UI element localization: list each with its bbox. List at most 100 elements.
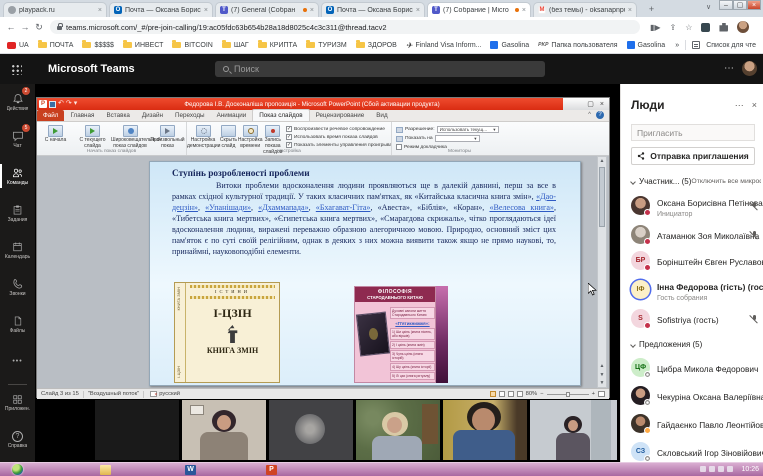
btn-custom-show[interactable]: Произвольный показ — [149, 124, 186, 150]
resolution-dropdown[interactable]: Использовать текущ...▾ — [437, 126, 499, 133]
tab-close-icon[interactable]: × — [522, 7, 526, 14]
video-tile-camera-off[interactable] — [95, 400, 179, 460]
people-more-icon[interactable]: ⋯ — [735, 100, 744, 111]
scroll-up-icon[interactable]: ▲ — [598, 158, 606, 164]
video-tile-participant-4[interactable] — [356, 400, 440, 460]
search-input[interactable] — [234, 64, 537, 74]
collapse-ribbon-icon[interactable]: ^ — [588, 112, 591, 118]
save-icon[interactable] — [49, 101, 56, 108]
participant-row[interactable]: S Sofistriya (гость) — [631, 309, 763, 328]
tab-close-icon[interactable]: × — [310, 7, 314, 14]
maximize-button[interactable]: ▢ — [733, 0, 747, 10]
suggestion-row[interactable]: СЗ Скловський Ігор Зіновійовича — [631, 442, 763, 461]
bookmark-shag[interactable]: ШАГ — [222, 42, 249, 49]
bookmark-gasolina-1[interactable]: Gasolina — [490, 41, 529, 49]
btn-rehearse-timings[interactable]: Настройка времени — [238, 124, 263, 150]
tab-close-icon[interactable]: × — [204, 7, 208, 14]
reload-button[interactable]: ↻ — [32, 22, 46, 33]
ribbon-tab-design[interactable]: Дизайн — [136, 110, 169, 121]
btn-from-beginning[interactable]: С начала — [37, 124, 74, 144]
video-tile-participant-6[interactable] — [530, 400, 617, 460]
rail-item-help[interactable]: ? Справка — [0, 421, 35, 458]
taskbar-word-icon[interactable]: W — [185, 465, 196, 475]
tab-close-icon[interactable]: × — [628, 7, 632, 14]
new-tab-button[interactable]: + — [645, 3, 658, 15]
participant-row[interactable]: Оксана Борисівна ПетіноваИнициатор — [631, 193, 763, 218]
slide-sorter-icon[interactable] — [499, 391, 505, 397]
back-button[interactable]: ← — [4, 22, 18, 32]
bookmark-pochta[interactable]: ПОЧТА — [38, 42, 74, 49]
tab-close-icon[interactable]: × — [98, 7, 102, 14]
spellcheck-icon[interactable] — [150, 391, 157, 397]
btn-from-current[interactable]: С текущего слайда — [74, 124, 111, 150]
ribbon-tab-file[interactable]: Файл — [37, 110, 64, 121]
scroll-down-icon[interactable]: ▼ — [598, 380, 606, 386]
start-button[interactable] — [12, 464, 23, 475]
hyperlink-velesova[interactable]: «Велесова книга» — [489, 203, 554, 212]
rail-item-more[interactable]: ••• — [0, 343, 35, 380]
mic-off-icon[interactable] — [750, 230, 759, 239]
zoom-slider[interactable] — [547, 394, 589, 395]
slide-canvas[interactable]: Ступінь розробленості проблеми Витоки пр… — [149, 161, 581, 386]
rail-item-apps[interactable]: Приложен. — [0, 384, 35, 421]
checkbox-show-controls[interactable]: ✓Показать элементы управления проигрыват… — [286, 142, 391, 148]
ribbon-tab-slideshow[interactable]: Показ слайдов — [252, 109, 309, 121]
suggestion-row[interactable]: Гайдаєнко Павло Леонтійович — [631, 414, 763, 433]
tab-search-chevron-icon[interactable]: ∨ — [706, 3, 711, 11]
tab-close-icon[interactable]: × — [416, 7, 420, 14]
slideshow-view-icon[interactable] — [517, 391, 523, 397]
browser-tab-playpack[interactable]: playpack.ru × — [3, 2, 107, 17]
video-tile-participant-2[interactable] — [182, 400, 266, 460]
video-tile-participant-3[interactable] — [269, 400, 353, 460]
address-bar[interactable]: teams.microsoft.com/_#/pre-join-calling/… — [50, 20, 640, 34]
people-close-icon[interactable]: × — [752, 100, 757, 110]
bookmark-zdorov[interactable]: ЗДОРОВ — [356, 42, 397, 49]
bookmark-gasolina-2[interactable]: Gasolina — [627, 41, 666, 49]
system-tray[interactable] — [700, 466, 733, 472]
browser-profile-avatar[interactable] — [737, 21, 749, 33]
teams-profile-avatar[interactable] — [742, 61, 757, 76]
btn-hide-slide[interactable]: Скрыть слайд — [219, 124, 238, 150]
bookmark-user-folder[interactable]: PKPПапка пользователя — [538, 42, 617, 49]
participant-row[interactable]: БР Борінштейн Євген Руславович — [631, 251, 763, 270]
participant-row-self[interactable]: ІФ Інна Федорова (гість) (гость)Гость со… — [631, 277, 763, 302]
bookmark-star-icon[interactable]: ☆ — [685, 23, 692, 32]
bookmark-bitcoin[interactable]: BITCOIN — [172, 42, 212, 49]
ppt-close-button[interactable]: × — [600, 101, 604, 108]
zoom-out-icon[interactable]: − — [540, 391, 543, 397]
forward-button[interactable]: → — [18, 22, 32, 32]
bookmark-kripta[interactable]: КРИПТА — [258, 42, 298, 49]
powerpoint-logo-icon[interactable]: P — [39, 100, 47, 108]
prev-slide-icon[interactable]: ▲ — [598, 363, 606, 369]
browser-tab-mail-2[interactable]: O Почта — Оксана Борис × — [321, 2, 425, 17]
rail-item-assignments[interactable]: Задания — [0, 195, 35, 232]
ppt-help-icon[interactable]: ? — [596, 111, 604, 119]
browser-tab-gmail[interactable]: M (без темы) - oksanapnpu × — [533, 2, 637, 17]
share-icon[interactable]: ⇪ — [670, 23, 677, 32]
language-indicator[interactable]: русский — [159, 391, 180, 397]
scrollbar-thumb[interactable] — [599, 167, 605, 227]
fit-to-window-icon[interactable] — [598, 391, 605, 397]
rail-item-calls[interactable]: Звонки — [0, 269, 35, 306]
rail-item-activity[interactable]: Действия 2 — [0, 84, 35, 121]
normal-view-icon[interactable] — [490, 391, 496, 397]
zoom-knob[interactable] — [566, 392, 570, 397]
browser-tab-meeting-active[interactable]: T (7) Собрание | Micro × — [427, 2, 531, 17]
media-control-icon[interactable]: ▮▶ — [650, 23, 661, 32]
taskbar-powerpoint-icon[interactable]: P — [266, 465, 277, 475]
show-on-dropdown[interactable]: ▾ — [435, 135, 480, 142]
ribbon-tab-view[interactable]: Вид — [370, 110, 393, 121]
slide-scrollbar[interactable]: ▲ ▲ ▼ ▼ — [597, 156, 607, 388]
video-tile-participant-5[interactable] — [443, 400, 527, 460]
hyperlink-bhagavad-gita[interactable]: «Бхагават-Гіта» — [316, 203, 371, 212]
bookmark-invest[interactable]: ИНВЕСТ — [123, 42, 164, 49]
taskbar-explorer-icon[interactable] — [100, 465, 111, 475]
app-launcher-waffle-icon[interactable] — [11, 64, 22, 75]
rail-item-chat[interactable]: Чат 5 — [0, 121, 35, 158]
hyperlink-upanishads[interactable]: «Упанішади» — [205, 203, 251, 212]
bookmark-turizm[interactable]: ТУРИЗМ — [306, 42, 346, 49]
qat-dropdown-icon[interactable]: ▾ — [74, 100, 78, 108]
ribbon-tab-review[interactable]: Рецензирование — [310, 110, 371, 121]
browser-tab-mail-1[interactable]: O Почта — Оксана Борис × — [109, 2, 213, 17]
invite-input[interactable] — [631, 124, 755, 141]
